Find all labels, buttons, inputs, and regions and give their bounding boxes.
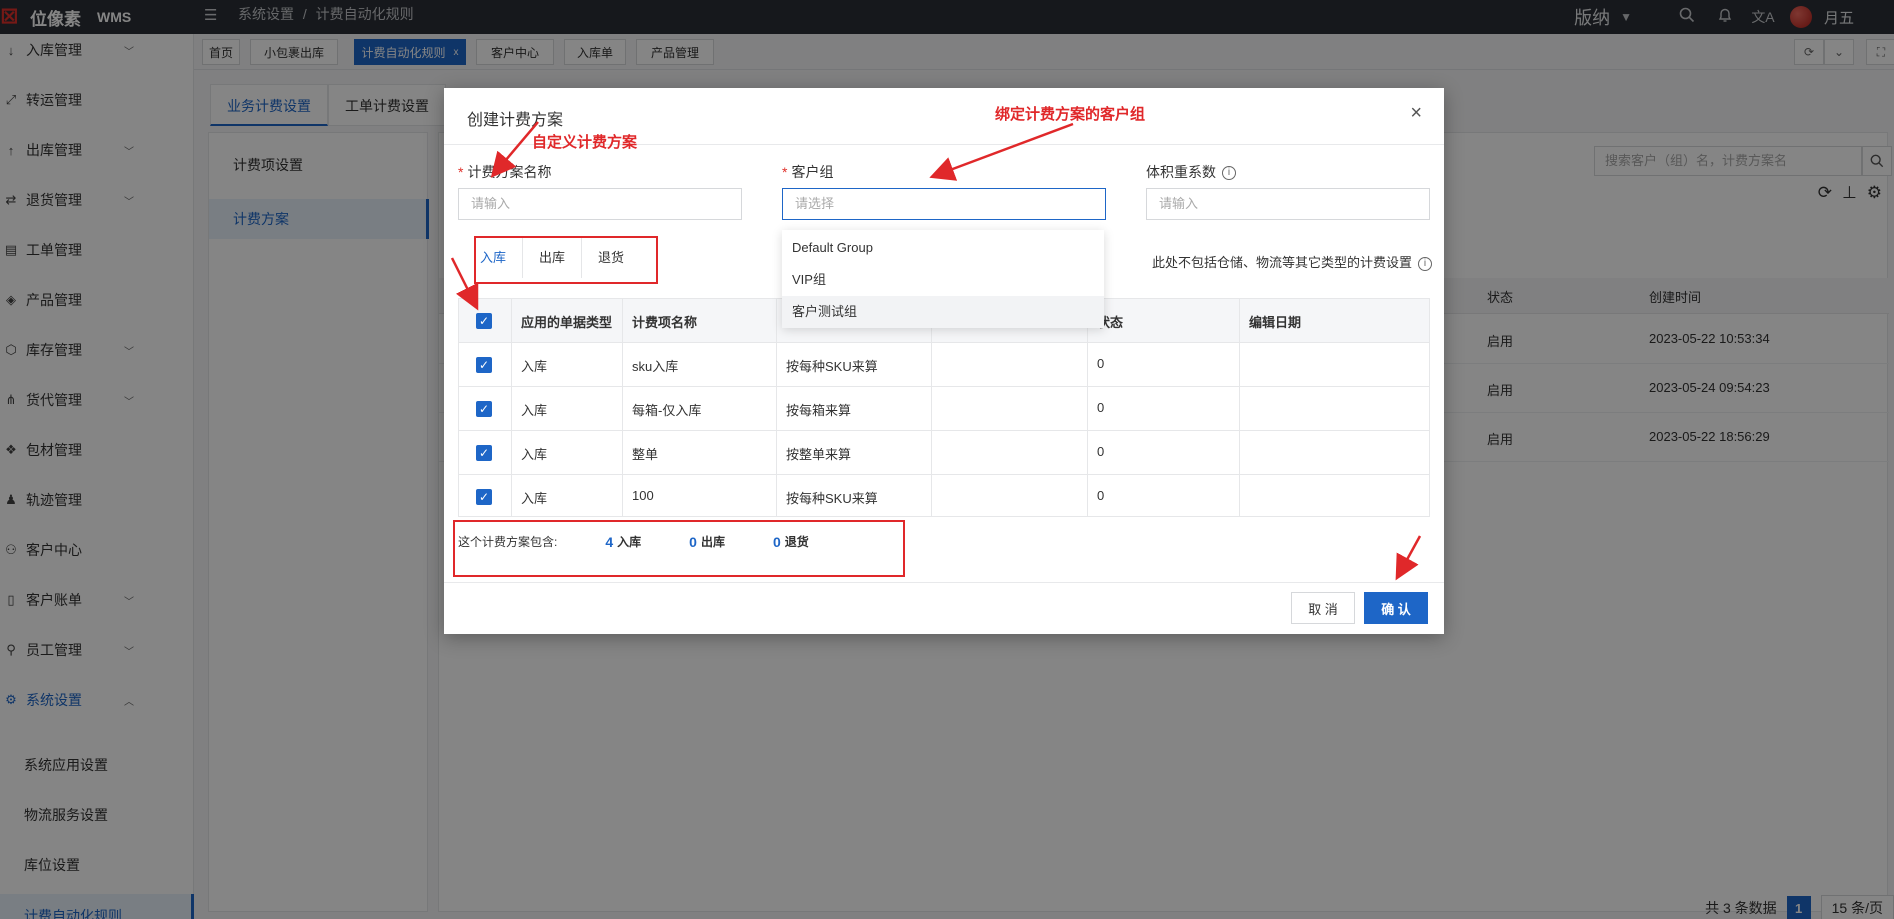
option-test-group[interactable]: 客户测试组 bbox=[782, 296, 1104, 328]
row-checkbox[interactable]: ✓ bbox=[476, 357, 492, 373]
table-cell: 入库 bbox=[521, 491, 548, 506]
customer-group-select[interactable]: 请选择 bbox=[782, 188, 1106, 220]
row-checkbox[interactable]: ✓ bbox=[476, 401, 492, 417]
info-icon[interactable]: i bbox=[1222, 166, 1236, 181]
select-all-checkbox[interactable]: ✓ bbox=[476, 313, 492, 329]
annotation-bind-group: 绑定计费方案的客户组 bbox=[995, 105, 1146, 123]
table-cell: 入库 bbox=[521, 359, 548, 374]
billing-items-table: ✓ 应用的单据类型 计费项名称 状态 编辑日期 ✓ 入库 sku入库 按每种SKU来算 0 ✓ 入库每… bbox=[458, 298, 1430, 517]
label-text: 客户组 bbox=[791, 164, 834, 180]
plan-name-label: * 计费方案名称 bbox=[458, 162, 551, 182]
row-checkbox[interactable]: ✓ bbox=[476, 489, 492, 505]
column-divider bbox=[776, 299, 777, 516]
option-vip-group[interactable]: VIP组 bbox=[782, 264, 1104, 296]
option-default-group[interactable]: Default Group bbox=[782, 232, 1104, 264]
table-cell: 0 bbox=[1097, 400, 1105, 415]
close-icon[interactable]: × bbox=[1410, 102, 1422, 125]
label-text: 计费方案名称 bbox=[467, 164, 552, 180]
table-cell: 按每箱来算 bbox=[786, 403, 852, 418]
plan-name-input[interactable]: 请输入 bbox=[458, 188, 742, 220]
table-cell: 0 bbox=[1097, 488, 1105, 503]
required-mark: * bbox=[782, 164, 788, 180]
table-cell: sku入库 bbox=[632, 359, 679, 374]
customer-group-dropdown: Default Group VIP组 客户测试组 bbox=[782, 230, 1104, 328]
required-mark: * bbox=[458, 164, 464, 180]
confirm-button[interactable]: 确 认 bbox=[1364, 592, 1428, 624]
table-cell: 0 bbox=[1097, 356, 1105, 371]
label-text: 体积重系数 bbox=[1146, 164, 1216, 180]
column-header: 应用的单据类型 bbox=[521, 315, 613, 330]
column-divider bbox=[1239, 299, 1240, 516]
table-row[interactable]: ✓ 入库 sku入库 按每种SKU来算 0 bbox=[459, 343, 1429, 387]
scope-note: 此处不包括仓储、物流等其它类型的计费设置 i bbox=[1152, 252, 1432, 271]
table-row[interactable]: ✓ 入库 每箱-仅入库 按每箱来算 0 bbox=[459, 387, 1429, 431]
divider bbox=[444, 582, 1444, 583]
volume-coefficient-label: 体积重系数 i bbox=[1146, 162, 1236, 182]
table-cell: 0 bbox=[1097, 444, 1105, 459]
table-cell: 每箱-仅入库 bbox=[632, 403, 702, 418]
table-cell: 100 bbox=[632, 488, 654, 503]
table-cell: 按每种SKU来算 bbox=[786, 491, 878, 506]
table-cell: 入库 bbox=[521, 447, 548, 462]
note-text: 此处不包括仓储、物流等其它类型的计费设置 bbox=[1151, 255, 1412, 270]
customer-group-label: * 客户组 bbox=[782, 162, 833, 182]
modal-title: 创建计费方案 bbox=[467, 112, 564, 129]
column-divider bbox=[511, 299, 512, 516]
table-cell: 入库 bbox=[521, 403, 548, 418]
table-cell: 整单 bbox=[632, 447, 659, 462]
column-divider bbox=[622, 299, 623, 516]
column-divider bbox=[931, 299, 932, 516]
column-header: 编辑日期 bbox=[1249, 315, 1302, 330]
annotation-tabs-box bbox=[474, 236, 658, 284]
column-header: 计费项名称 bbox=[632, 315, 698, 330]
annotation-custom-plan: 自定义计费方案 bbox=[532, 133, 638, 151]
info-icon[interactable]: i bbox=[1418, 256, 1432, 271]
table-row[interactable]: ✓ 入库 100 按每种SKU来算 0 bbox=[459, 475, 1429, 519]
annotation-summary-box bbox=[453, 520, 905, 577]
row-checkbox[interactable]: ✓ bbox=[476, 445, 492, 461]
table-cell: 按整单来算 bbox=[786, 447, 852, 462]
column-divider bbox=[1087, 299, 1088, 516]
volume-coefficient-input[interactable]: 请输入 bbox=[1146, 188, 1430, 220]
table-row[interactable]: ✓ 入库 整单 按整单来算 0 bbox=[459, 431, 1429, 475]
cancel-button[interactable]: 取 消 bbox=[1291, 592, 1355, 624]
table-cell: 按每种SKU来算 bbox=[786, 359, 878, 374]
